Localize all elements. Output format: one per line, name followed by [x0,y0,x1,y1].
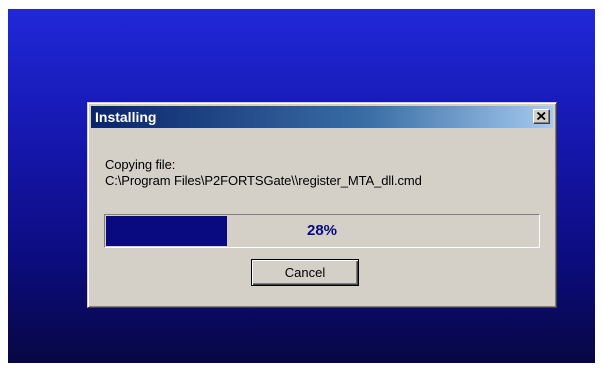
status-label: Copying file: [105,157,176,172]
progress-bar: 28% [104,214,540,248]
close-button[interactable] [533,109,550,124]
dialog-title: Installing [95,109,157,125]
close-icon [537,112,546,120]
progress-percent: 28% [306,222,338,239]
cancel-button[interactable]: Cancel [251,259,359,286]
installing-dialog: Installing Copying file: C:\Program File… [87,102,557,308]
file-path-label: C:\Program Files\P2FORTSGate\\register_M… [105,173,422,188]
title-bar[interactable]: Installing [91,106,553,128]
